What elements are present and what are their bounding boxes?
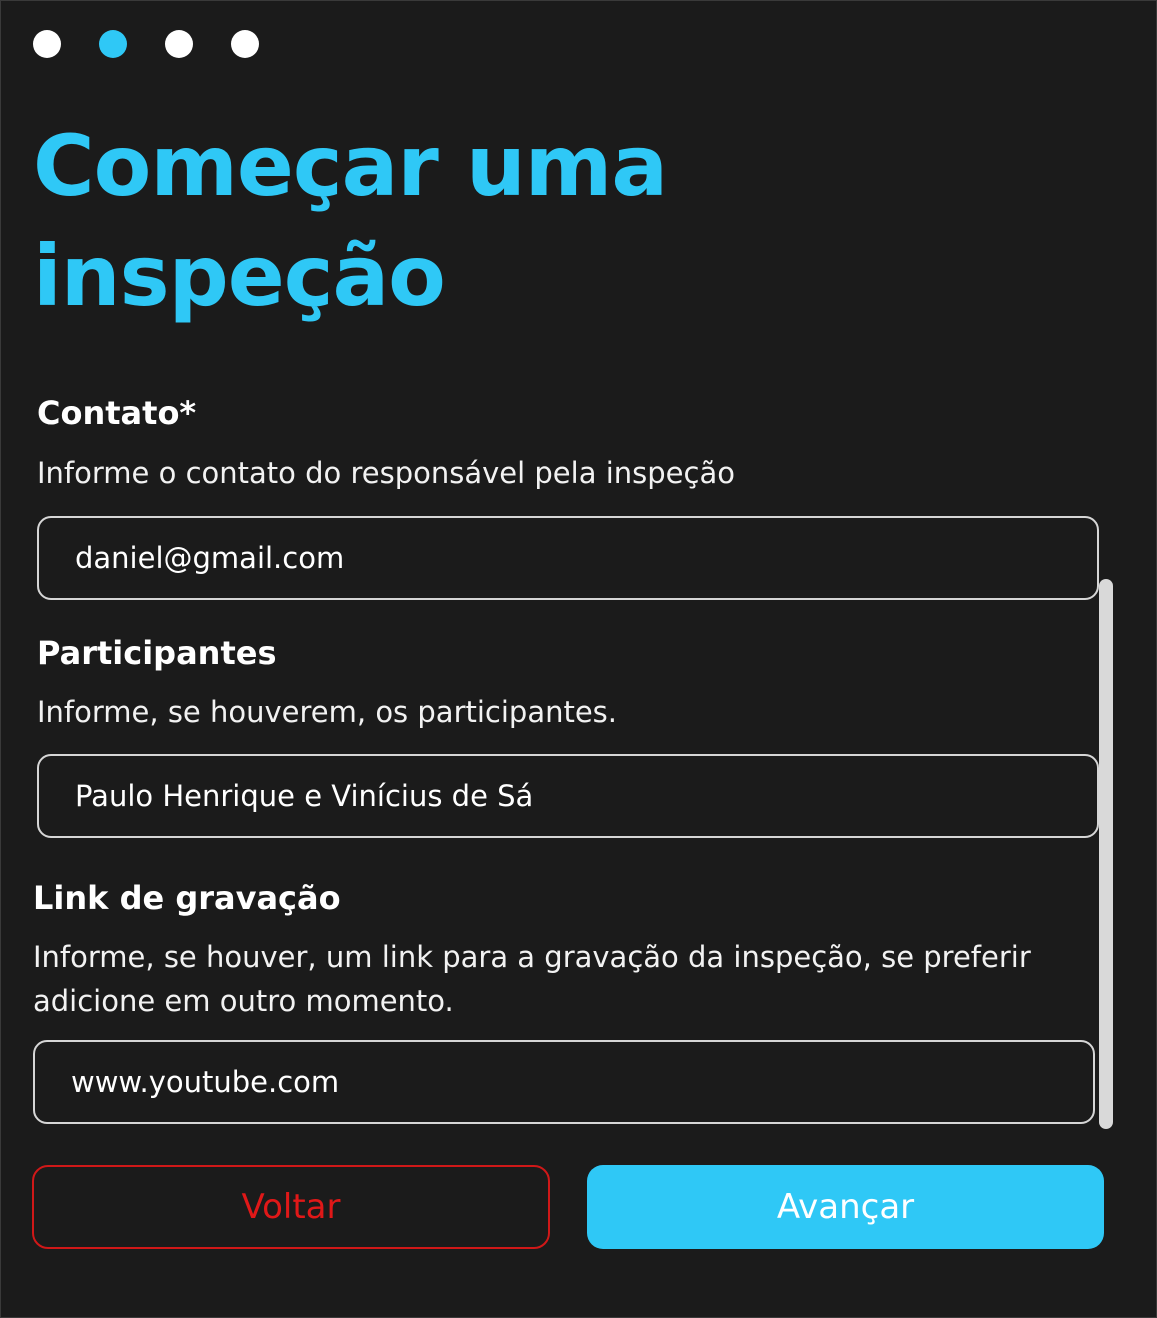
contact-help-text: Informe o contato do responsável pela in… xyxy=(37,456,735,490)
participants-label: Participantes xyxy=(37,634,277,672)
recording-link-help-text: Informe, se houver, um link para a grava… xyxy=(33,940,1031,1018)
step-dot-1 xyxy=(33,30,61,58)
participants-help-text: Informe, se houverem, os participantes. xyxy=(37,695,618,729)
contact-input[interactable] xyxy=(75,541,1061,575)
contact-field[interactable] xyxy=(37,516,1099,600)
scrollbar[interactable] xyxy=(1099,579,1113,1129)
recording-link-input[interactable] xyxy=(71,1065,1057,1099)
recording-link-label: Link de gravação xyxy=(33,879,341,917)
back-button[interactable]: Voltar xyxy=(32,1165,550,1249)
step-dot-3 xyxy=(165,30,193,58)
screen: Começar uma inspeção Contato* Informe o … xyxy=(0,0,1157,1318)
page-title: Começar uma inspeção xyxy=(33,117,668,325)
contact-label: Contato* xyxy=(37,394,197,432)
participants-input[interactable] xyxy=(75,779,1061,813)
participants-field[interactable] xyxy=(37,754,1099,838)
step-dot-4 xyxy=(231,30,259,58)
recording-link-field[interactable] xyxy=(33,1040,1095,1124)
next-button[interactable]: Avançar xyxy=(587,1165,1104,1249)
step-dot-2-active xyxy=(99,30,127,58)
